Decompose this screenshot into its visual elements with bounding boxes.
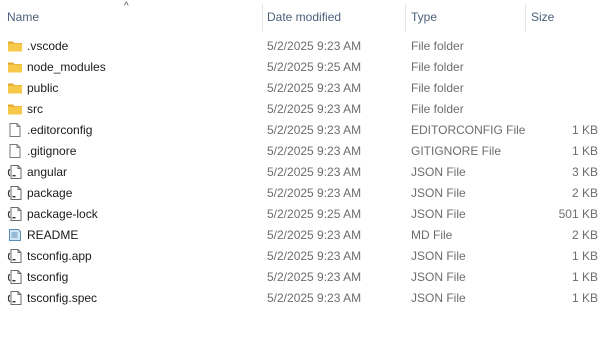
json-file-icon xyxy=(7,206,23,222)
file-name: tsconfig xyxy=(27,270,69,284)
sort-ascending-icon: ^ xyxy=(124,1,129,12)
file-name: src xyxy=(27,102,43,116)
file-type: MD File xyxy=(411,228,453,242)
column-header-type-label: Type xyxy=(411,10,438,24)
file-row[interactable]: tsconfig.app 5/2/2025 9:23 AM JSON File 1 K… xyxy=(0,246,600,267)
file-type: GITIGNORE File xyxy=(411,144,502,158)
file-row[interactable]: src 5/2/2025 9:23 AM File folder xyxy=(0,99,600,120)
file-type: EDITORCONFIG File xyxy=(411,123,526,137)
json-file-icon xyxy=(7,269,23,285)
file-name: tsconfig.app xyxy=(27,249,92,263)
file-name: .editorconfig xyxy=(27,123,93,137)
file-date-modified: 5/2/2025 9:23 AM xyxy=(267,249,362,263)
file-row[interactable]: .gitignore 5/2/2025 9:23 AM GITIGNORE File… xyxy=(0,141,600,162)
json-file-icon xyxy=(7,185,23,201)
column-header-name-label: Name xyxy=(7,10,40,24)
folder-icon xyxy=(7,59,23,75)
column-header-bar: Name ^ Date modified Type Size xyxy=(0,0,600,34)
file-name: .vscode xyxy=(27,39,69,53)
file-type: JSON File xyxy=(411,186,466,200)
file-size: 3 KB xyxy=(571,165,598,179)
json-file-icon xyxy=(7,248,23,264)
file-row[interactable]: package 5/2/2025 9:23 AM JSON File 2 KB xyxy=(0,183,600,204)
file-row[interactable]: tsconfig.spec 5/2/2025 9:23 AM JSON File 1 … xyxy=(0,288,600,309)
file-type: File folder xyxy=(411,60,464,74)
file-type: File folder xyxy=(411,102,464,116)
file-size: 1 KB xyxy=(571,270,598,284)
file-date-modified: 5/2/2025 9:23 AM xyxy=(267,123,362,137)
file-size: 1 KB xyxy=(571,144,598,158)
file-date-modified: 5/2/2025 9:23 AM xyxy=(267,39,362,53)
file-list: .vscode 5/2/2025 9:23 AM File folder node_m… xyxy=(0,36,600,309)
file-row[interactable]: node_modules 5/2/2025 9:25 AM File folder xyxy=(0,57,600,78)
file-date-modified: 5/2/2025 9:23 AM xyxy=(267,144,362,158)
column-header-type[interactable]: Type xyxy=(404,0,525,34)
file-size: 1 KB xyxy=(571,291,598,305)
folder-icon xyxy=(7,80,23,96)
file-name: node_modules xyxy=(27,60,106,74)
file-date-modified: 5/2/2025 9:23 AM xyxy=(267,291,362,305)
file-size: 1 KB xyxy=(571,123,598,137)
file-type: JSON File xyxy=(411,291,466,305)
file-size: 501 KB xyxy=(558,207,598,221)
file-type: JSON File xyxy=(411,270,466,284)
file-row[interactable]: package-lock 5/2/2025 9:25 AM JSON File 501… xyxy=(0,204,600,225)
file-type: JSON File xyxy=(411,165,466,179)
file-row[interactable]: angular 5/2/2025 9:23 AM JSON File 3 KB xyxy=(0,162,600,183)
file-row[interactable]: public 5/2/2025 9:23 AM File folder xyxy=(0,78,600,99)
file-row[interactable]: README 5/2/2025 9:23 AM MD File 2 KB xyxy=(0,225,600,246)
file-name: package xyxy=(27,186,73,200)
folder-icon xyxy=(7,101,23,117)
file-icon xyxy=(7,143,23,159)
file-date-modified: 5/2/2025 9:25 AM xyxy=(267,207,362,221)
file-row[interactable]: tsconfig 5/2/2025 9:23 AM JSON File 1 KB xyxy=(0,267,600,288)
file-size: 2 KB xyxy=(571,186,598,200)
file-name: README xyxy=(27,228,79,242)
column-header-name[interactable]: Name ^ xyxy=(0,0,262,34)
file-name: tsconfig.spec xyxy=(27,291,98,305)
file-type: JSON File xyxy=(411,249,466,263)
file-size: 1 KB xyxy=(571,249,598,263)
file-date-modified: 5/2/2025 9:23 AM xyxy=(267,81,362,95)
column-header-date-label: Date modified xyxy=(267,10,342,24)
file-row[interactable]: .vscode 5/2/2025 9:23 AM File folder xyxy=(0,36,600,57)
file-date-modified: 5/2/2025 9:25 AM xyxy=(267,60,362,74)
file-name: .gitignore xyxy=(27,144,77,158)
file-name: package-lock xyxy=(27,207,98,221)
column-header-size[interactable]: Size xyxy=(524,0,600,34)
json-file-icon xyxy=(7,290,23,306)
file-name: public xyxy=(27,81,59,95)
file-type: File folder xyxy=(411,39,464,53)
file-name: angular xyxy=(27,165,68,179)
column-header-date-modified[interactable]: Date modified xyxy=(260,0,406,34)
file-date-modified: 5/2/2025 9:23 AM xyxy=(267,102,362,116)
file-icon xyxy=(7,122,23,138)
file-date-modified: 5/2/2025 9:23 AM xyxy=(267,270,362,284)
column-header-size-label: Size xyxy=(531,10,555,24)
folder-icon xyxy=(7,38,23,54)
file-date-modified: 5/2/2025 9:23 AM xyxy=(267,228,362,242)
file-type: File folder xyxy=(411,81,464,95)
json-file-icon xyxy=(7,164,23,180)
file-date-modified: 5/2/2025 9:23 AM xyxy=(267,186,362,200)
markdown-file-icon xyxy=(7,227,23,243)
file-row[interactable]: .editorconfig 5/2/2025 9:23 AM EDITORCONFI… xyxy=(0,120,600,141)
file-type: JSON File xyxy=(411,207,466,221)
file-date-modified: 5/2/2025 9:23 AM xyxy=(267,165,362,179)
file-size: 2 KB xyxy=(571,228,598,242)
